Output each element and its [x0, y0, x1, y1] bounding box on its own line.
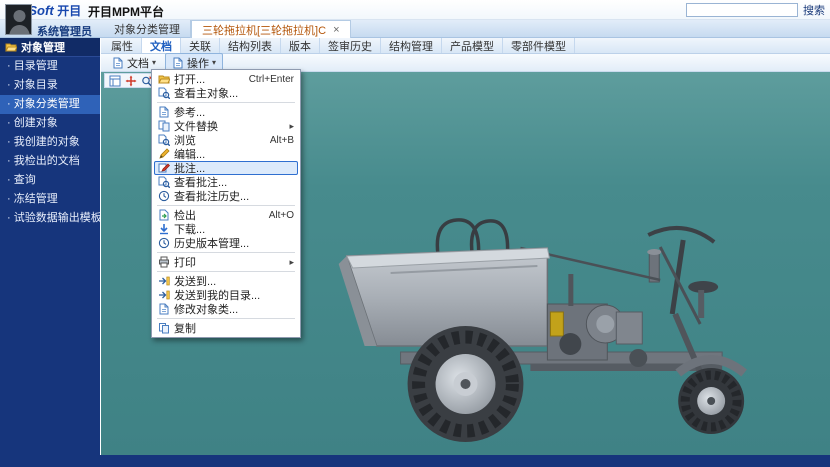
- menu-item-view-annotation[interactable]: 查看批注...: [154, 175, 298, 189]
- sidebar-item-object-catalog[interactable]: 对象目录: [0, 76, 100, 95]
- menu-separator: [157, 318, 295, 319]
- window-tab-tractor[interactable]: 三轮拖拉机[三轮拖拉机]C ×: [191, 20, 351, 38]
- tab-properties[interactable]: 属性: [103, 38, 142, 53]
- pan-tool-icon[interactable]: [125, 75, 137, 87]
- document-icon: [172, 57, 184, 69]
- window-tabs: 对象分类管理 三轮拖拉机[三轮拖拉机]C ×: [104, 20, 351, 38]
- sidebar-item-my-checked-out-docs[interactable]: 我检出的文档: [0, 152, 100, 171]
- user-role-label: 系统管理员: [37, 23, 92, 39]
- tab-documents[interactable]: 文档: [142, 38, 181, 53]
- title-bar: KM∕Soft 开目 开目MPM平台 搜索: [0, 0, 830, 20]
- search-button[interactable]: 搜索: [803, 2, 825, 18]
- open-icon: [158, 73, 170, 85]
- search-input[interactable]: [686, 3, 798, 17]
- search-area: 搜索: [686, 2, 825, 18]
- sidebar: 对象管理 目录管理 对象目录 对象分类管理 创建对象 我创建的对象 我检出的文档…: [0, 38, 100, 455]
- menu-item-annotate[interactable]: 批注...: [154, 161, 298, 175]
- menu-item-open[interactable]: 打开... Ctrl+Enter: [154, 72, 298, 86]
- menu-item-edit[interactable]: 编辑...: [154, 147, 298, 161]
- menu-item-file-replace[interactable]: 文件替换 ▸: [154, 119, 298, 133]
- sidebar-item-my-created-objects[interactable]: 我创建的对象: [0, 133, 100, 152]
- avatar[interactable]: [5, 4, 32, 35]
- folder-icon: [5, 41, 17, 53]
- menu-separator: [157, 205, 295, 206]
- menu-separator: [157, 271, 295, 272]
- menu-item-print[interactable]: 打印 ▸: [154, 255, 298, 269]
- sidebar-header-object-management[interactable]: 对象管理: [0, 38, 100, 57]
- sidebar-item-test-data-template[interactable]: 试验数据输出模板: [0, 209, 100, 228]
- window-tab-object-classification[interactable]: 对象分类管理: [104, 20, 191, 38]
- status-footer: [0, 455, 830, 467]
- form-view-icon[interactable]: [109, 75, 121, 87]
- sidebar-item-query[interactable]: 查询: [0, 171, 100, 190]
- menu-item-view-master-object[interactable]: 查看主对象...: [154, 86, 298, 100]
- menu-item-view-annotation-history[interactable]: 查看批注历史...: [154, 189, 298, 203]
- model-viewport[interactable]: 打开... Ctrl+Enter 查看主对象... 参考... 文件替换 ▸ 浏…: [101, 72, 830, 455]
- modify-object-class-icon: [158, 303, 170, 315]
- menu-item-version-history[interactable]: 历史版本管理...: [154, 236, 298, 250]
- send-to-my-folder-icon: [158, 289, 170, 301]
- menu-item-reference[interactable]: 参考...: [154, 105, 298, 119]
- menu-item-send-to-my-folder[interactable]: 发送到我的目录...: [154, 288, 298, 302]
- version-history-icon: [158, 237, 170, 249]
- sidebar-item-create-object[interactable]: 创建对象: [0, 114, 100, 133]
- file-replace-icon: [158, 120, 170, 132]
- sidebar-item-object-classification[interactable]: 对象分类管理: [0, 95, 100, 114]
- menu-item-send-to[interactable]: 发送到...: [154, 274, 298, 288]
- document-icon: [112, 57, 124, 69]
- content-tabs: 属性 文档 关联 结构列表 版本 签审历史 结构管理 产品模型 零部件模型: [101, 38, 830, 54]
- tab-relations[interactable]: 关联: [181, 38, 220, 53]
- submenu-arrow-icon: ▸: [289, 121, 294, 132]
- page-title: 开目MPM平台: [88, 3, 164, 20]
- print-icon: [158, 256, 170, 268]
- tab-approval-history[interactable]: 签审历史: [320, 38, 381, 53]
- reference-icon: [158, 106, 170, 118]
- content-area: 属性 文档 关联 结构列表 版本 签审历史 结构管理 产品模型 零部件模型 文档…: [100, 38, 830, 455]
- tab-part-model[interactable]: 零部件模型: [503, 38, 575, 53]
- sidebar-item-catalog-management[interactable]: 目录管理: [0, 57, 100, 76]
- chevron-down-icon: ▾: [152, 58, 156, 67]
- submenu-arrow-icon: ▸: [289, 257, 294, 268]
- menu-item-download[interactable]: 下载...: [154, 222, 298, 236]
- menu-separator: [157, 252, 295, 253]
- checkout-icon: [158, 209, 170, 221]
- menu-item-checkout[interactable]: 检出 Alt+O: [154, 208, 298, 222]
- annotation-history-icon: [158, 190, 170, 202]
- browse-icon: [158, 134, 170, 146]
- chevron-down-icon: ▾: [212, 58, 216, 67]
- sidebar-item-freeze-management[interactable]: 冻结管理: [0, 190, 100, 209]
- tab-structure-list[interactable]: 结构列表: [220, 38, 281, 53]
- download-icon: [158, 223, 170, 235]
- view-tools-strip: [104, 73, 158, 88]
- tab-product-model[interactable]: 产品模型: [442, 38, 503, 53]
- view-annotation-icon: [158, 176, 170, 188]
- send-to-icon: [158, 275, 170, 287]
- edit-icon: [158, 148, 170, 160]
- tab-structure-management[interactable]: 结构管理: [381, 38, 442, 53]
- menu-item-browse[interactable]: 浏览 Alt+B: [154, 133, 298, 147]
- menu-item-modify-object-class[interactable]: 修改对象类...: [154, 302, 298, 316]
- action-dropdown-menu: 打开... Ctrl+Enter 查看主对象... 参考... 文件替换 ▸ 浏…: [151, 69, 301, 338]
- menu-item-copy[interactable]: 复制: [154, 321, 298, 335]
- menu-separator: [157, 102, 295, 103]
- view-master-object-icon: [158, 87, 170, 99]
- close-tab-icon[interactable]: ×: [333, 24, 339, 36]
- annotate-icon: [158, 162, 170, 174]
- copy-icon: [158, 322, 170, 334]
- tab-versions[interactable]: 版本: [281, 38, 320, 53]
